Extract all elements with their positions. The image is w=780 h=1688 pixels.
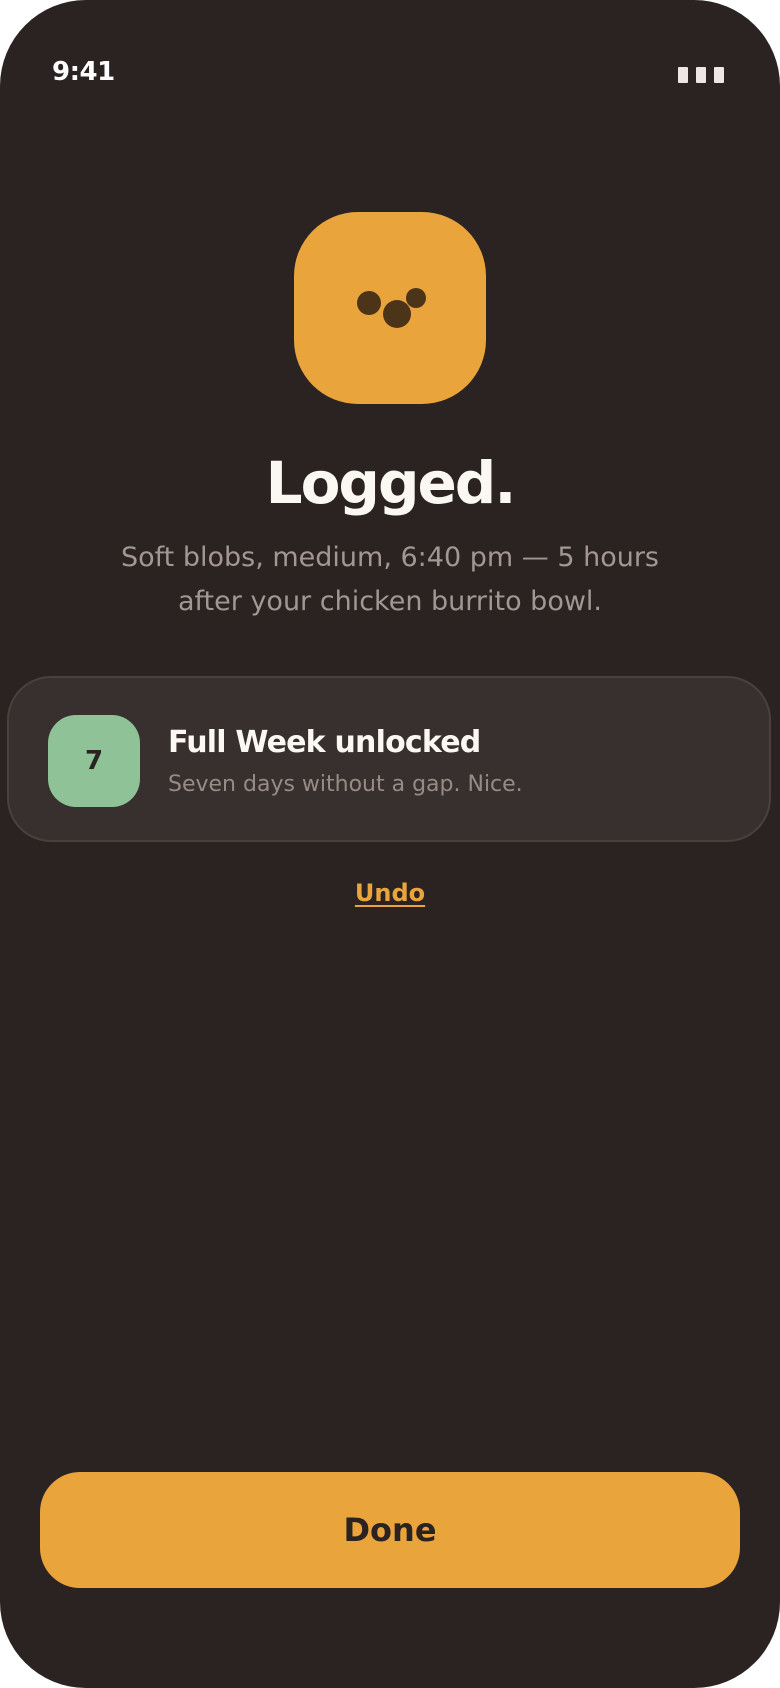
battery-icon [678,67,724,83]
status-time: 9:41 [52,57,115,87]
log-summary: Soft blobs, medium, 6:40 pm — 5 hours af… [120,542,659,617]
blob-center [383,300,411,328]
done-button[interactable]: Done [40,1472,740,1588]
achievement-title: Full Week unlocked [168,725,481,760]
battery-bar [696,67,706,83]
achievement-description: Seven days without a gap. Nice. [168,772,523,797]
battery-bar [678,67,688,83]
blob-left [357,291,381,315]
blob-right [406,288,426,308]
streak-badge: 7 [48,715,140,807]
streak-count: 7 [84,746,104,776]
undo-link[interactable]: Undo [0,877,780,909]
page-title: Logged. [265,449,517,517]
stool-blobs-icon [294,212,486,404]
blobs-icon-graphic [357,288,426,328]
achievement-card: 7 Full Week unlocked Seven days without … [7,676,771,842]
battery-bar [714,67,724,83]
app-screen: 9:41 Logged. Soft blobs, medium, 6:40 pm… [0,0,780,1688]
